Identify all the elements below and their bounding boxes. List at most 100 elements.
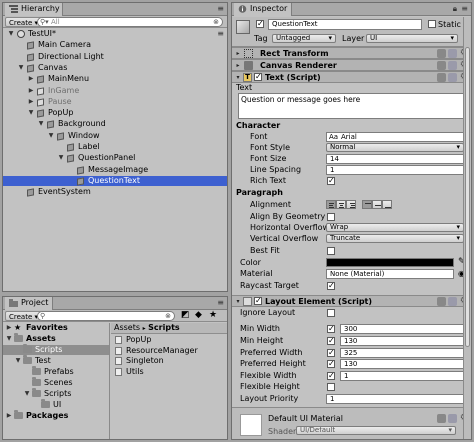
- project-folder-item[interactable]: Prefabs: [3, 366, 109, 377]
- breadcrumb-assets[interactable]: Assets: [114, 323, 140, 332]
- best-fit-checkbox[interactable]: [327, 247, 335, 255]
- horizontal-overflow-dropdown[interactable]: Wrap: [326, 223, 464, 232]
- hierarchy-item[interactable]: ▶ MainMenu: [3, 74, 227, 84]
- project-folder-item[interactable]: ▼ Scripts: [3, 388, 109, 399]
- align-middle-button[interactable]: [372, 200, 382, 209]
- expanded-arrow-icon[interactable]: ▼: [37, 119, 45, 129]
- help-icon[interactable]: [437, 61, 446, 70]
- color-swatch[interactable]: [326, 258, 454, 267]
- collapsed-arrow-icon[interactable]: ▶: [5, 411, 13, 421]
- canvas-renderer-header[interactable]: ▸ Canvas Renderer ⚙: [232, 59, 471, 71]
- project-file-item[interactable]: ResourceManager: [111, 346, 227, 356]
- static-checkbox[interactable]: [428, 20, 436, 28]
- text-script-header[interactable]: ▾ T ✓ Text (Script) ⚙: [232, 71, 471, 83]
- panel-menu-icon[interactable]: ≡: [217, 4, 224, 14]
- expanded-arrow-icon[interactable]: ▼: [17, 63, 25, 73]
- raycast-target-checkbox[interactable]: ✓: [327, 282, 335, 290]
- help-icon[interactable]: [437, 414, 446, 423]
- preset-icon[interactable]: [448, 49, 457, 58]
- preset-icon[interactable]: [448, 297, 457, 306]
- help-icon[interactable]: [437, 49, 446, 58]
- material-field[interactable]: None (Material): [326, 269, 454, 279]
- project-folder-item[interactable]: ▶ ★ Favorites: [3, 323, 109, 333]
- collapsed-arrow-icon[interactable]: ▶: [27, 97, 35, 107]
- filter-by-label-icon[interactable]: ◆: [195, 310, 202, 320]
- hierarchy-item[interactable]: MessageImage: [3, 165, 227, 175]
- project-folder-item[interactable]: ▼ Assets: [3, 333, 109, 344]
- layout-element-header[interactable]: ▾ ✓ Layout Element (Script) ⚙: [232, 295, 471, 307]
- font-field[interactable]: Aa Arial: [326, 132, 464, 142]
- align-right-button[interactable]: [346, 200, 356, 209]
- preferred-height-checkbox[interactable]: ✓: [327, 360, 335, 368]
- hierarchy-item[interactable]: Label: [3, 142, 227, 152]
- ignore-layout-checkbox[interactable]: [327, 309, 335, 317]
- hierarchy-tab[interactable]: Hierarchy: [5, 3, 63, 16]
- line-spacing-field[interactable]: 1: [326, 165, 464, 175]
- hierarchy-item[interactable]: Main Camera: [3, 40, 227, 50]
- filter-by-type-icon[interactable]: ◩: [181, 310, 190, 320]
- layer-dropdown[interactable]: UI: [366, 34, 458, 43]
- shader-dropdown[interactable]: UI/Default: [296, 426, 456, 435]
- expanded-arrow-icon[interactable]: ▼: [23, 389, 31, 399]
- flexible-width-checkbox[interactable]: ✓: [327, 372, 335, 380]
- collapsed-arrow-icon[interactable]: ▶: [5, 323, 13, 333]
- expand-arrow-icon[interactable]: ▸: [234, 48, 242, 59]
- favorite-star-icon[interactable]: ★: [209, 310, 217, 320]
- flexible-height-checkbox[interactable]: [327, 383, 335, 391]
- align-by-geometry-checkbox[interactable]: [327, 213, 335, 221]
- project-file-item[interactable]: PopUp: [111, 335, 227, 345]
- hierarchy-item[interactable]: ▶ Pause: [3, 97, 227, 107]
- expanded-arrow-icon[interactable]: ▼: [5, 334, 13, 344]
- collapsed-arrow-icon[interactable]: ▶: [27, 74, 35, 84]
- hierarchy-item[interactable]: ▼ Canvas: [3, 63, 227, 73]
- align-bottom-button[interactable]: [382, 200, 392, 209]
- font-style-dropdown[interactable]: Normal: [326, 143, 464, 152]
- collapse-arrow-icon[interactable]: ▾: [234, 72, 242, 83]
- panel-menu-icon[interactable]: ≡: [217, 298, 224, 308]
- expand-arrow-icon[interactable]: ▸: [234, 60, 242, 71]
- min-width-checkbox[interactable]: ✓: [327, 325, 335, 333]
- search-clear-icon[interactable]: ⊗: [165, 312, 171, 320]
- expanded-arrow-icon[interactable]: ▼: [7, 29, 15, 39]
- preferred-width-checkbox[interactable]: ✓: [327, 349, 335, 357]
- align-center-button[interactable]: [336, 200, 346, 209]
- vertical-overflow-dropdown[interactable]: Truncate: [326, 234, 464, 243]
- min-height-checkbox[interactable]: ✓: [327, 337, 335, 345]
- flexible-width-field[interactable]: 1: [340, 371, 464, 381]
- rich-text-checkbox[interactable]: ✓: [327, 177, 335, 185]
- tag-dropdown[interactable]: Untagged: [272, 34, 336, 43]
- expanded-arrow-icon[interactable]: ▼: [47, 131, 55, 141]
- preset-icon[interactable]: [448, 73, 457, 82]
- project-folder-item[interactable]: UI: [3, 399, 109, 410]
- scene-options-icon[interactable]: ≡: [217, 29, 224, 39]
- hierarchy-item[interactable]: Directional Light: [3, 52, 227, 62]
- text-content-area[interactable]: Question or message goes here: [238, 93, 464, 119]
- help-icon[interactable]: [437, 73, 446, 82]
- min-height-field[interactable]: 130: [340, 336, 464, 346]
- help-icon[interactable]: [437, 297, 446, 306]
- project-tab[interactable]: Project: [5, 297, 53, 310]
- collapsed-arrow-icon[interactable]: ▶: [27, 86, 35, 96]
- preset-icon[interactable]: [448, 414, 457, 423]
- inspector-scrollbar[interactable]: [463, 17, 471, 439]
- collapse-arrow-icon[interactable]: ▾: [234, 296, 242, 307]
- project-folder-item[interactable]: Scenes: [3, 377, 109, 388]
- project-folder-item[interactable]: ▶ Packages: [3, 410, 109, 421]
- project-folder-item[interactable]: ▼ Test: [3, 355, 109, 366]
- preferred-height-field[interactable]: 130: [340, 359, 464, 369]
- hierarchy-item[interactable]: ▼ Background: [3, 119, 227, 130]
- preset-icon[interactable]: [448, 61, 457, 70]
- text-enabled-checkbox[interactable]: ✓: [254, 73, 262, 81]
- project-folder-item[interactable]: Scripts: [3, 344, 109, 355]
- project-file-item[interactable]: Singleton: [111, 356, 227, 366]
- inspector-tab[interactable]: Inspector: [234, 3, 292, 16]
- object-name-field[interactable]: QuestionText: [268, 19, 422, 30]
- hierarchy-item[interactable]: ▶ InGame: [3, 86, 227, 96]
- active-checkbox[interactable]: ✓: [256, 20, 264, 28]
- hierarchy-item[interactable]: ▼ PopUp: [3, 108, 227, 118]
- lock-icon[interactable]: 🔒︎: [453, 4, 457, 14]
- layout-element-enabled-checkbox[interactable]: ✓: [254, 297, 262, 305]
- font-size-field[interactable]: 14: [326, 154, 464, 164]
- min-width-field[interactable]: 300: [340, 324, 464, 334]
- project-search-input[interactable]: ⚲ ⊗: [37, 311, 175, 321]
